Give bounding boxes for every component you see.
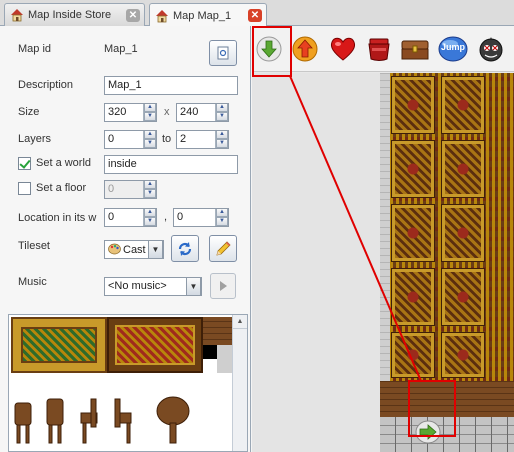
scroll-up-icon[interactable]: ▲ — [233, 315, 247, 329]
map-id-label: Map id — [18, 43, 52, 55]
house-icon — [155, 9, 169, 23]
floor-spinner: 0 ▲ ▼ — [104, 180, 157, 199]
set-floor-checkbox[interactable] — [18, 182, 31, 195]
location-label: Location in its w — [18, 212, 97, 224]
carpet-tile — [441, 140, 485, 198]
chest-icon — [401, 40, 429, 60]
carpet-tile — [391, 204, 435, 262]
highlight-box-toolbar — [252, 26, 292, 77]
tab-label: Map Map_1 — [173, 9, 232, 22]
carpet-tile — [391, 76, 435, 134]
size-label: Size — [18, 106, 40, 118]
size-separator: x — [164, 106, 170, 118]
play-music-button[interactable] — [210, 273, 236, 299]
pencil-icon — [216, 240, 231, 256]
tileset-scrollbar[interactable]: ▲ — [232, 315, 247, 451]
jump-label: Jump — [440, 42, 465, 52]
size-height-spinner[interactable]: 240 ▲ ▼ — [176, 103, 229, 122]
close-icon[interactable]: ✕ — [126, 8, 140, 22]
carpet-tile — [391, 140, 435, 198]
destructible-tool[interactable] — [364, 34, 394, 64]
edit-tileset-button[interactable] — [209, 235, 237, 262]
tile-rug-red[interactable] — [107, 317, 203, 373]
close-icon[interactable]: ✕ — [248, 9, 262, 22]
chevron-down-icon[interactable]: ▼ — [186, 278, 201, 295]
size-width-spinner[interactable]: 320 ▲ ▼ — [104, 103, 157, 122]
enemy-icon — [479, 37, 503, 62]
music-select[interactable]: <No music> ▼ — [104, 277, 202, 296]
location-x-spinner[interactable]: 0 ▲ ▼ — [104, 208, 157, 227]
pot-icon — [368, 38, 390, 61]
carpet-tile — [391, 268, 435, 326]
spinner-arrows[interactable]: ▲ ▼ — [215, 104, 228, 121]
carpet-tile — [441, 204, 485, 262]
set-floor-label: Set a floor — [36, 182, 87, 194]
tile-gray[interactable] — [217, 345, 233, 373]
spinner-arrows[interactable]: ▲ ▼ — [143, 104, 156, 121]
spinner-arrows[interactable]: ▲ ▼ — [215, 131, 228, 148]
enemy-tool[interactable] — [476, 34, 506, 64]
location-y-spinner[interactable]: 0 ▲ ▼ — [173, 208, 229, 227]
spinner-arrows[interactable]: ▲ ▼ — [143, 209, 156, 226]
chest-tool[interactable] — [400, 34, 430, 64]
tab-map-inside-store[interactable]: Map Inside Store ✕ — [4, 3, 145, 26]
tile-wood-wall[interactable] — [203, 317, 233, 345]
map-canvas[interactable] — [252, 73, 514, 452]
refresh-tileset-button[interactable] — [171, 235, 199, 262]
tab-bar: Map Inside Store ✕ Map Map_1 ✕ — [0, 0, 514, 27]
house-icon — [10, 8, 24, 22]
map-editor: Jump — [252, 26, 514, 452]
tileset-select[interactable]: Cast ▼ — [104, 240, 164, 259]
world-input[interactable]: inside — [104, 155, 238, 174]
layers-from-spinner[interactable]: 0 ▲ ▼ — [104, 130, 157, 149]
layers-to-label: to — [162, 133, 172, 145]
refresh-icon — [217, 46, 229, 60]
map-wall — [380, 73, 390, 381]
tile-furniture-row[interactable] — [11, 393, 211, 452]
spinner-arrows: ▲ ▼ — [143, 181, 156, 198]
location-separator: , — [164, 211, 168, 223]
layers-to-spinner[interactable]: 2 ▲ ▼ — [176, 130, 229, 149]
rename-map-id-button[interactable] — [209, 40, 237, 66]
tileset-viewer[interactable]: ▲ — [8, 314, 248, 452]
layers-label: Layers — [18, 133, 52, 145]
tab-map-map-1[interactable]: Map Map_1 ✕ — [149, 3, 267, 27]
play-icon — [220, 281, 227, 291]
palette-icon — [108, 243, 121, 255]
description-input[interactable]: Map_1 — [104, 76, 238, 95]
tile-black[interactable] — [203, 345, 217, 359]
carpet-tile — [441, 268, 485, 326]
carpet-tile — [441, 332, 485, 378]
description-label: Description — [18, 79, 74, 91]
pickable-tool[interactable] — [328, 34, 358, 64]
heart-icon — [330, 37, 356, 61]
tab-label: Map Inside Store — [28, 9, 112, 21]
carpet-tile — [441, 76, 485, 134]
spinner-arrows[interactable]: ▲ ▼ — [215, 209, 228, 226]
set-world-checkbox[interactable] — [18, 157, 31, 170]
chevron-down-icon[interactable]: ▼ — [148, 241, 163, 258]
tile-rug-green[interactable] — [11, 317, 107, 373]
spinner-arrows[interactable]: ▲ ▼ — [143, 131, 156, 148]
jumper-tool[interactable]: Jump — [438, 34, 468, 64]
carpet-tile — [391, 332, 435, 378]
refresh-icon — [178, 241, 192, 256]
map-properties-panel: Map id Map_1 Description Map_1 Size 320 … — [0, 26, 251, 452]
music-label: Music — [18, 276, 47, 288]
arrow-up-icon — [292, 36, 318, 62]
tileset-label: Tileset — [18, 240, 50, 252]
teletransporter-tool[interactable] — [290, 34, 320, 64]
map-id-value: Map_1 — [104, 43, 138, 55]
set-world-label: Set a world — [36, 157, 92, 169]
highlight-box-map — [408, 380, 456, 437]
